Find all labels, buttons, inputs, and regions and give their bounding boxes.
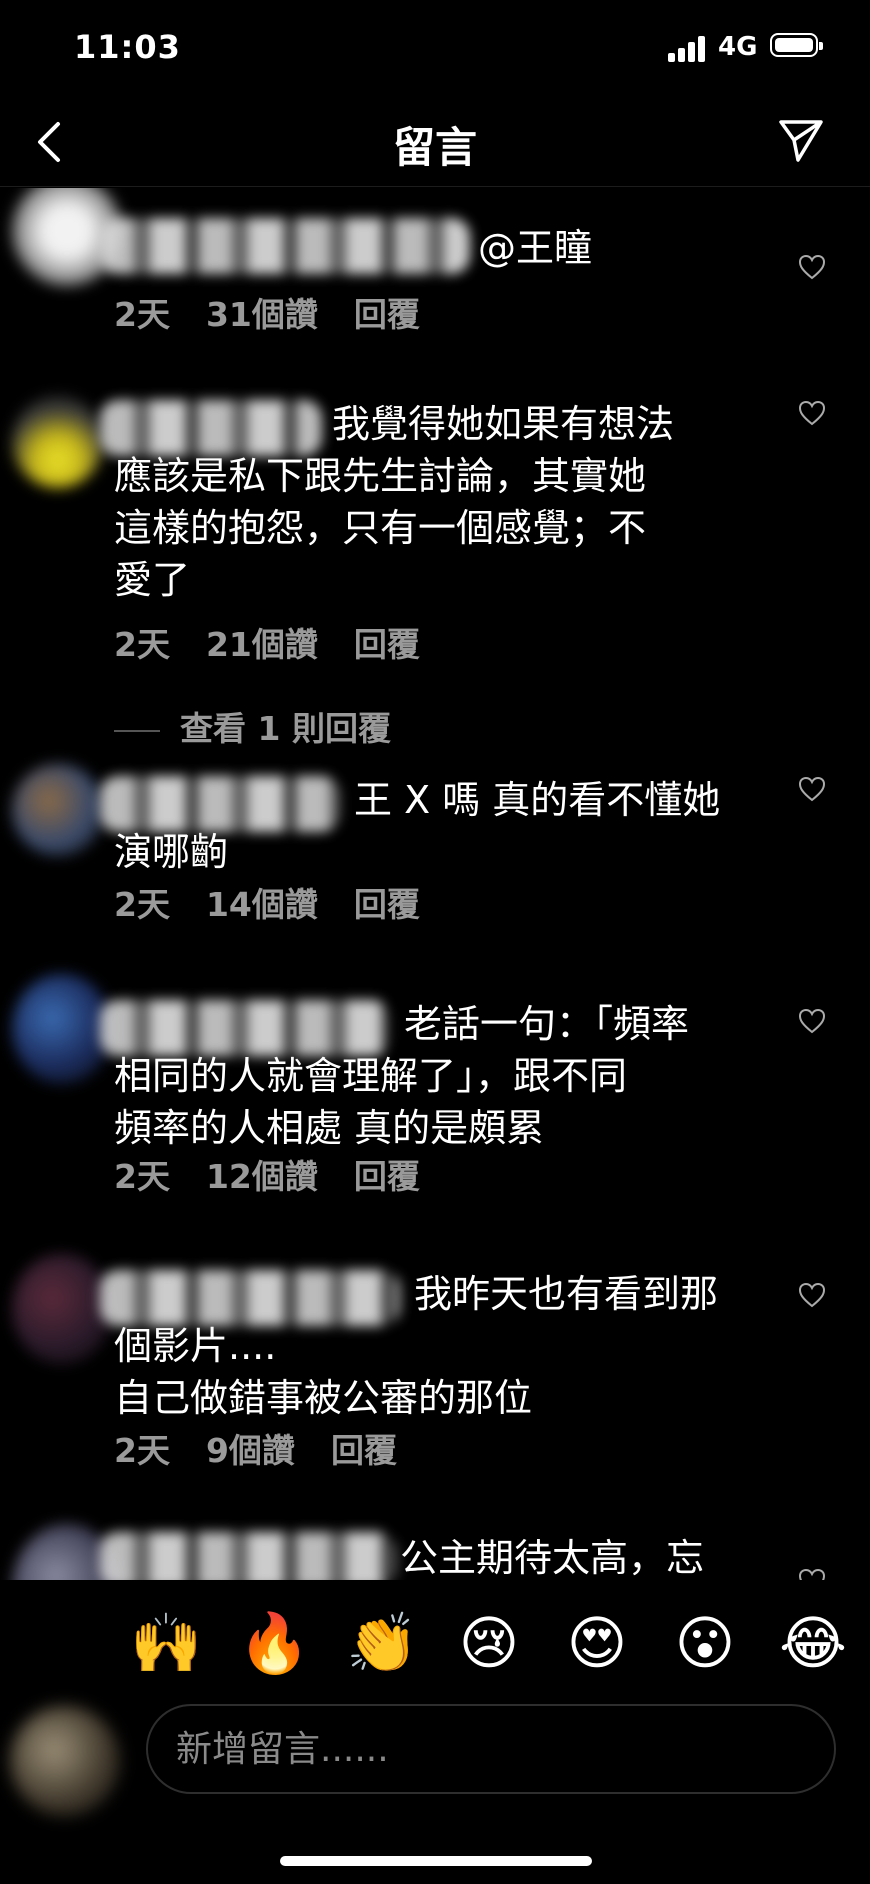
like-count[interactable]: 12個讚: [206, 1157, 318, 1196]
comment-item: 王 X 嗎 真的看不懂她 演哪齣 2天 14個讚 回覆: [0, 764, 870, 976]
avatar[interactable]: [12, 974, 112, 1084]
emoji-bar: 🙌 🔥 👏 😢 😍 😮 😂: [0, 1580, 870, 1700]
like-heart-icon[interactable]: [798, 254, 826, 280]
comment-item: @王瞳 2天 31個讚 回覆: [0, 188, 870, 338]
crying-face-emoji-icon[interactable]: 😢: [454, 1608, 524, 1678]
comment-text: @王瞳: [478, 226, 593, 270]
comment-text: 我覺得她如果有想法 應該是私下跟先生討論，其實她 這樣的抱怨，只有一個感覺；不 …: [114, 402, 675, 602]
raising-hands-emoji-icon[interactable]: 🙌: [130, 1608, 202, 1678]
comment-meta: 2天 9個讚 回覆: [114, 1424, 433, 1472]
heart-eyes-emoji-icon[interactable]: 😍: [562, 1608, 632, 1678]
reply-button[interactable]: 回覆: [354, 625, 420, 664]
page-title: 留言: [392, 123, 477, 172]
comment-text: 王 X 嗎 真的看不懂她 演哪齣: [114, 778, 721, 874]
like-heart-icon[interactable]: [798, 1568, 826, 1580]
comment-item: 公主期待太高，忘: [0, 1524, 870, 1580]
comment-text: 我昨天也有看到那 個影片.... 自己做錯事被公審的那位: [114, 1272, 719, 1420]
view-replies-label: 查看 1 則回覆: [180, 709, 391, 748]
surprised-face-emoji-icon[interactable]: 😮: [670, 1608, 740, 1678]
clapping-hands-emoji-icon[interactable]: 👏: [346, 1608, 418, 1678]
comment-time: 2天: [114, 885, 170, 924]
comment-time: 2天: [114, 625, 170, 664]
reply-button[interactable]: 回覆: [354, 885, 420, 924]
home-indicator[interactable]: [280, 1856, 592, 1866]
comment-time: 2天: [114, 1431, 170, 1470]
comment-meta: 2天 21個讚 回覆: [114, 618, 456, 666]
comment-meta: 2天 31個讚 回覆: [114, 288, 456, 336]
like-heart-icon[interactable]: [798, 1008, 826, 1034]
status-bar: 11:03 4G: [0, 0, 870, 100]
comment-meta: 2天 12個讚 回覆: [114, 1150, 456, 1198]
battery-icon: [770, 33, 823, 57]
view-replies-button[interactable]: 查看 1 則回覆: [114, 702, 391, 750]
comment-time: 2天: [114, 1157, 170, 1196]
like-count[interactable]: 14個讚: [206, 885, 318, 924]
like-heart-icon[interactable]: [798, 400, 826, 426]
avatar[interactable]: [12, 396, 104, 488]
redacted-username: [100, 218, 470, 274]
like-heart-icon[interactable]: [798, 776, 826, 802]
comment-meta: 2天 14個讚 回覆: [114, 878, 456, 926]
like-count[interactable]: 31個讚: [206, 295, 318, 334]
status-time: 11:03: [74, 28, 181, 66]
comment-item: 我覺得她如果有想法 應該是私下跟先生討論，其實她 這樣的抱怨，只有一個感覺；不 …: [0, 396, 870, 748]
reply-button[interactable]: 回覆: [331, 1431, 397, 1470]
avatar[interactable]: [12, 764, 104, 856]
like-count[interactable]: 9個讚: [206, 1431, 295, 1470]
comment-item: 老話一句：「頻率 相同的人就會理解了」，跟不同 頻率的人相處 真的是頗累 2天 1…: [0, 974, 870, 1244]
comment-composer: [0, 1700, 870, 1820]
reply-button[interactable]: 回覆: [354, 295, 420, 334]
like-count[interactable]: 21個讚: [206, 625, 318, 664]
like-heart-icon[interactable]: [798, 1282, 826, 1308]
comments-feed[interactable]: @王瞳 2天 31個讚 回覆 我覺得她如果有想法 應該是私下跟先生討論，其實她 這樣…: [0, 188, 870, 1580]
avatar: [10, 1706, 120, 1816]
comment-input[interactable]: [146, 1704, 836, 1794]
network-type: 4G: [718, 32, 758, 62]
tears-of-joy-emoji-icon[interactable]: 😂: [778, 1608, 848, 1678]
nav-bar: 留言: [0, 100, 870, 187]
comment-time: 2天: [114, 295, 170, 334]
send-icon[interactable]: [776, 114, 826, 164]
signal-icon: [668, 34, 710, 62]
avatar[interactable]: [12, 1254, 112, 1364]
divider-line: [114, 729, 160, 732]
fire-emoji-icon[interactable]: 🔥: [238, 1608, 310, 1678]
comment-text: 公主期待太高，忘: [400, 1536, 705, 1580]
reply-button[interactable]: 回覆: [354, 1157, 420, 1196]
comment-item: 我昨天也有看到那 個影片.... 自己做錯事被公審的那位 2天 9個讚 回覆: [0, 1254, 870, 1516]
comment-text: 老話一句：「頻率 相同的人就會理解了」，跟不同 頻率的人相處 真的是頗累: [114, 1002, 690, 1150]
